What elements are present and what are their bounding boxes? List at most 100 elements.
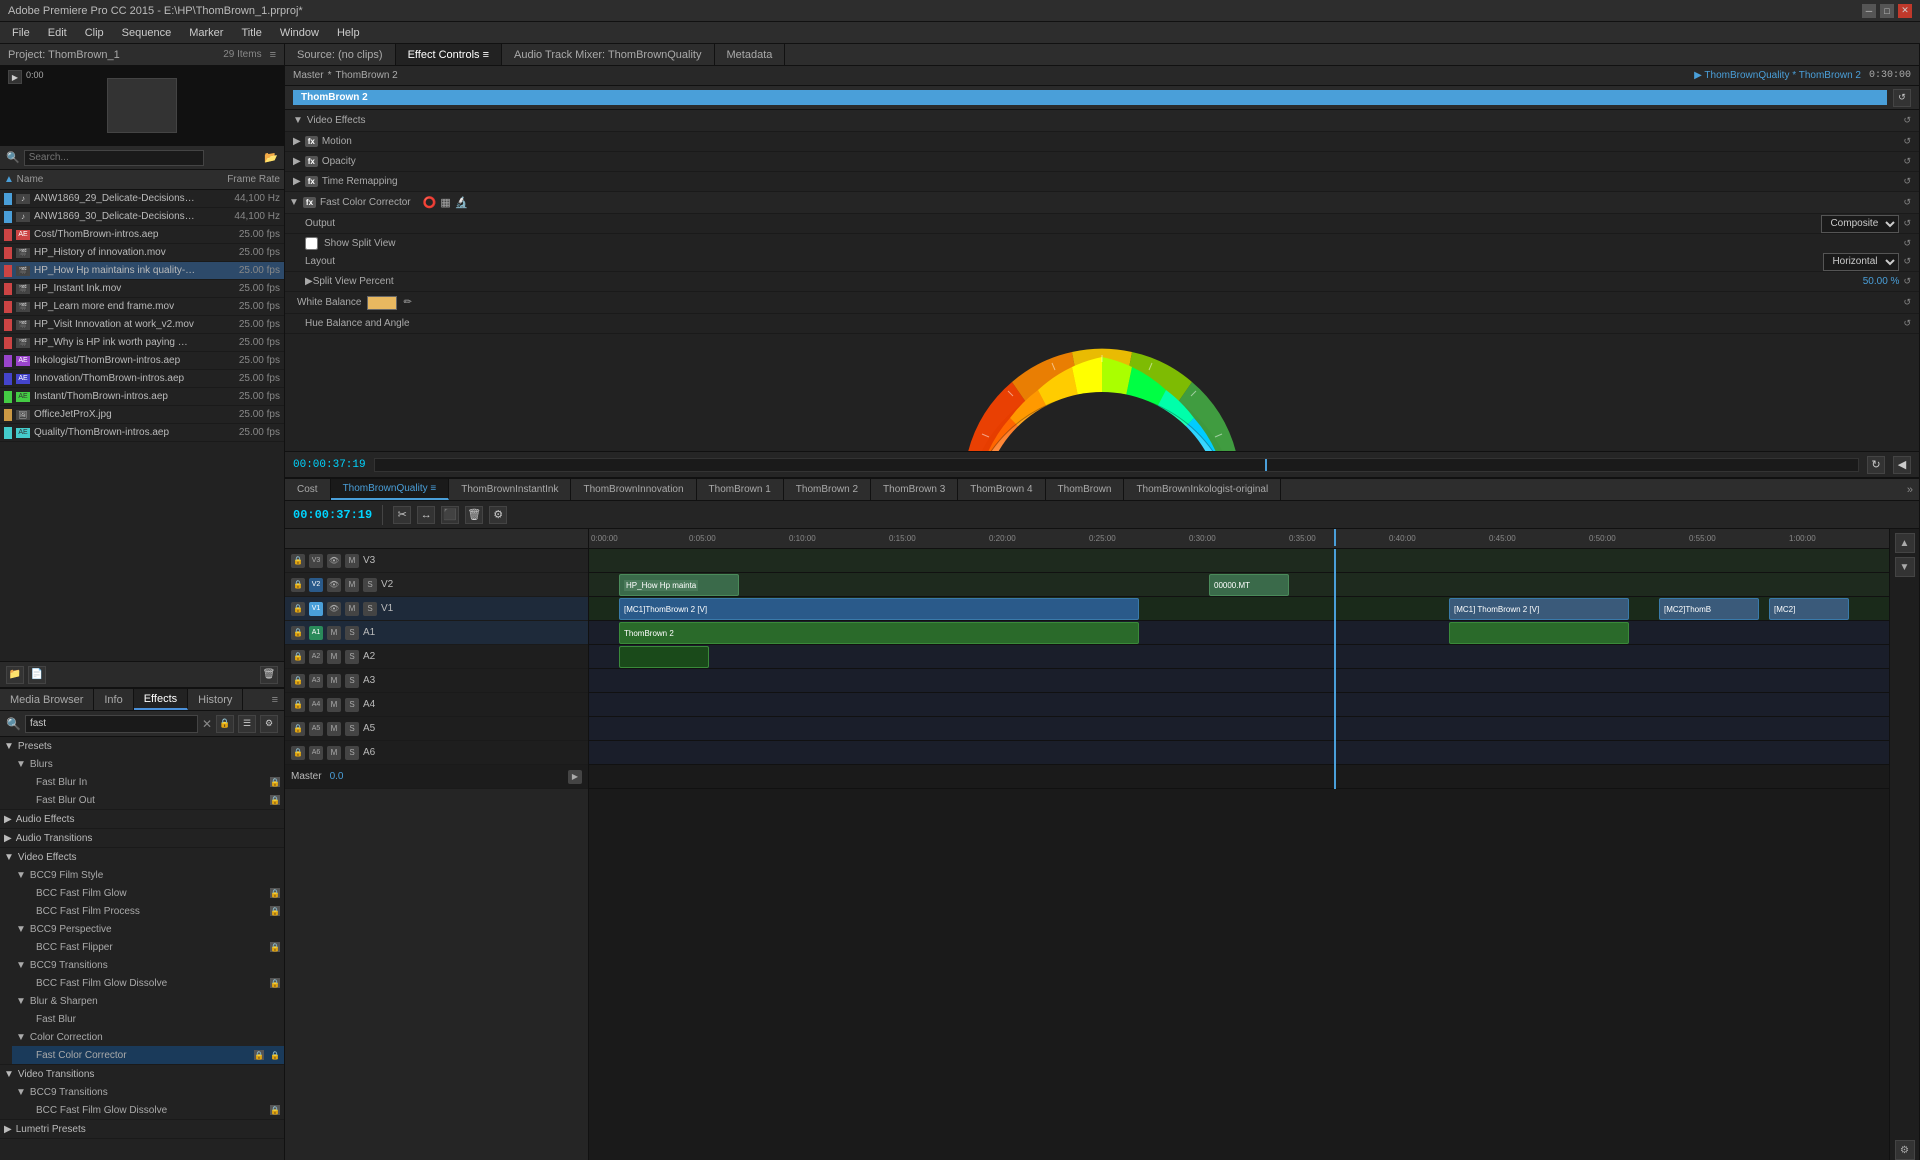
project-search-input[interactable] — [24, 150, 204, 166]
target-a3[interactable]: A3 — [309, 674, 323, 688]
effect-bcc-glow-dissolve-2[interactable]: BCC Fast Film Glow Dissolve 🔒 — [12, 1101, 284, 1119]
effects-filter-btn1[interactable]: 🔒 — [216, 715, 234, 733]
clip-a1-1[interactable]: ThomBrown 2 — [619, 622, 1139, 644]
target-a6[interactable]: A6 — [309, 746, 323, 760]
scroll-up-btn[interactable]: ▲ — [1895, 533, 1915, 553]
target-v3[interactable]: V3 — [309, 554, 323, 568]
presets-header[interactable]: ▼ Presets — [0, 737, 284, 755]
v1-track[interactable]: [MC1]ThomBrown 2 [V] [MC1] ThomBrown 2 [… — [589, 597, 1889, 621]
tab-thombrown[interactable]: ThomBrown — [1046, 479, 1125, 500]
lock-v3[interactable]: 🔒 — [291, 554, 305, 568]
preview-play-button[interactable]: ▶ — [8, 70, 22, 84]
hue-balance-reset[interactable]: ↺ — [1903, 318, 1911, 329]
clip-v1-3[interactable]: [MC2]ThomB — [1659, 598, 1759, 620]
menu-clip[interactable]: Clip — [77, 25, 112, 41]
effects-search-clear[interactable]: ✕ — [202, 717, 212, 731]
effect-fast-blur[interactable]: Fast Blur — [12, 1010, 284, 1028]
mute-v1[interactable]: M — [345, 602, 359, 616]
menu-window[interactable]: Window — [272, 25, 327, 41]
fcc-reset[interactable]: ↺ — [1903, 197, 1911, 208]
white-balance-reset[interactable]: ↺ — [1903, 297, 1911, 308]
tab-thombrown-innovation[interactable]: ThomBrownInnovation — [571, 479, 696, 500]
mute-a4[interactable]: M — [327, 698, 341, 712]
menu-edit[interactable]: Edit — [40, 25, 75, 41]
eye-v3[interactable]: 👁 — [327, 554, 341, 568]
solo-a3[interactable]: S — [345, 674, 359, 688]
search-clear-icon[interactable]: 📂 — [264, 151, 278, 164]
list-item[interactable]: 🎬 HP_Learn more end frame.mov 25.00 fps — [0, 298, 284, 316]
a2-track[interactable] — [589, 645, 1889, 669]
solo-a4[interactable]: S — [345, 698, 359, 712]
split-view-reset[interactable]: ↺ — [1903, 238, 1911, 249]
blurs-header[interactable]: ▼ Blurs — [12, 755, 284, 773]
master-track[interactable] — [589, 765, 1889, 789]
tab-inkologist-orig[interactable]: ThomBrownInkologist-original — [1124, 479, 1281, 500]
split-view-pct-reset[interactable]: ↺ — [1903, 276, 1911, 287]
solo-a6[interactable]: S — [345, 746, 359, 760]
expand-v2[interactable]: S — [363, 578, 377, 592]
mute-a6[interactable]: M — [327, 746, 341, 760]
lock-a5[interactable]: 🔒 — [291, 722, 305, 736]
v3-track[interactable] — [589, 549, 1889, 573]
menu-sequence[interactable]: Sequence — [114, 25, 180, 41]
effect-fast-blur-out[interactable]: Fast Blur Out 🔒 — [12, 791, 284, 809]
menu-marker[interactable]: Marker — [181, 25, 231, 41]
list-item[interactable]: 🎬 HP_History of innovation.mov 25.00 fps — [0, 244, 284, 262]
time-remap-reset[interactable]: ↺ — [1903, 176, 1911, 187]
minimize-button[interactable]: ─ — [1862, 4, 1876, 18]
razor-tool[interactable]: ✂ — [393, 506, 411, 524]
lock-a6[interactable]: 🔒 — [291, 746, 305, 760]
target-v1[interactable]: V1 — [309, 602, 323, 616]
list-item[interactable]: ♪ ANW1869_30_Delicate-Decisions-6-(Sting… — [0, 208, 284, 226]
insert-tool[interactable]: ⬛ — [441, 506, 459, 524]
master-play[interactable]: ▶ — [568, 770, 582, 784]
a1-track[interactable]: ThomBrown 2 — [589, 621, 1889, 645]
tab-thombrown-instant[interactable]: ThomBrownInstantInk — [449, 479, 571, 500]
clip-v1-2[interactable]: [MC1] ThomBrown 2 [V] — [1449, 598, 1629, 620]
delete-tool[interactable]: 🗑 — [465, 506, 483, 524]
bcc9-persp-header[interactable]: ▼ BCC9 Perspective — [12, 920, 284, 938]
solo-a2[interactable]: S — [345, 650, 359, 664]
mute-a2[interactable]: M — [327, 650, 341, 664]
delete-button[interactable]: 🗑 — [260, 666, 278, 684]
effect-bcc-fast-process[interactable]: BCC Fast Film Process 🔒 — [12, 902, 284, 920]
list-item[interactable]: ♪ ANW1869_29_Delicate-Decisions-5-(Sting… — [0, 190, 284, 208]
section-menu[interactable]: ↺ — [1903, 115, 1911, 126]
list-item[interactable]: 🎬 HP_Why is HP ink worth paying more for… — [0, 334, 284, 352]
lock-v2[interactable]: 🔒 — [291, 578, 305, 592]
tab-thombrown1[interactable]: ThomBrown 1 — [697, 479, 784, 500]
layout-select[interactable]: Horizontal Vertical — [1823, 253, 1899, 271]
menu-title[interactable]: Title — [233, 25, 269, 41]
list-item[interactable]: 🎬 HP_Visit Innovation at work_v2.mov 25.… — [0, 316, 284, 334]
list-item[interactable]: AE Inkologist/ThomBrown-intros.aep 25.00… — [0, 352, 284, 370]
ec-timeline-track[interactable] — [374, 458, 1859, 472]
a3-track[interactable] — [589, 669, 1889, 693]
v2-track[interactable]: HP_How Hp mainta 00000.MT — [589, 573, 1889, 597]
split-view-pct-value[interactable]: 50.00 % — [1863, 276, 1900, 287]
target-a5[interactable]: A5 — [309, 722, 323, 736]
effect-fast-color-corrector[interactable]: Fast Color Corrector 🔒 🔒 — [12, 1046, 284, 1064]
opacity-reset[interactable]: ↺ — [1903, 156, 1911, 167]
tab-thombrown3[interactable]: ThomBrown 3 — [871, 479, 958, 500]
target-a1[interactable]: A1 — [309, 626, 323, 640]
color-wheel-svg[interactable] — [962, 337, 1242, 452]
effects-filter-btn3[interactable]: ⚙ — [260, 715, 278, 733]
effects-menu-icon[interactable]: ≡ — [266, 694, 284, 706]
output-select[interactable]: Composite Luma — [1821, 215, 1899, 233]
list-item[interactable]: 🎬 HP_How Hp maintains ink quality-Thom B… — [0, 262, 284, 280]
tab-thombrown-quality[interactable]: ThomBrownQuality ≡ — [331, 479, 450, 500]
motion-reset[interactable]: ↺ — [1903, 136, 1911, 147]
list-item[interactable]: AE Innovation/ThomBrown-intros.aep 25.00… — [0, 370, 284, 388]
clip-a2-1[interactable] — [619, 646, 709, 668]
timeline-expand-icon[interactable]: » — [1901, 484, 1919, 496]
ec-prev-btn[interactable]: ◀ — [1893, 456, 1911, 474]
target-a2[interactable]: A2 — [309, 650, 323, 664]
bcc9-trans-header[interactable]: ▼ BCC9 Transitions — [12, 956, 284, 974]
clip-v2-1[interactable]: HP_How Hp mainta — [619, 574, 739, 596]
tab-metadata[interactable]: Metadata — [715, 44, 786, 65]
mute-a1[interactable]: M — [327, 626, 341, 640]
menu-help[interactable]: Help — [329, 25, 368, 41]
effect-bcc-flipper[interactable]: BCC Fast Flipper 🔒 — [12, 938, 284, 956]
a6-track[interactable] — [589, 741, 1889, 765]
lock-a1[interactable]: 🔒 — [291, 626, 305, 640]
